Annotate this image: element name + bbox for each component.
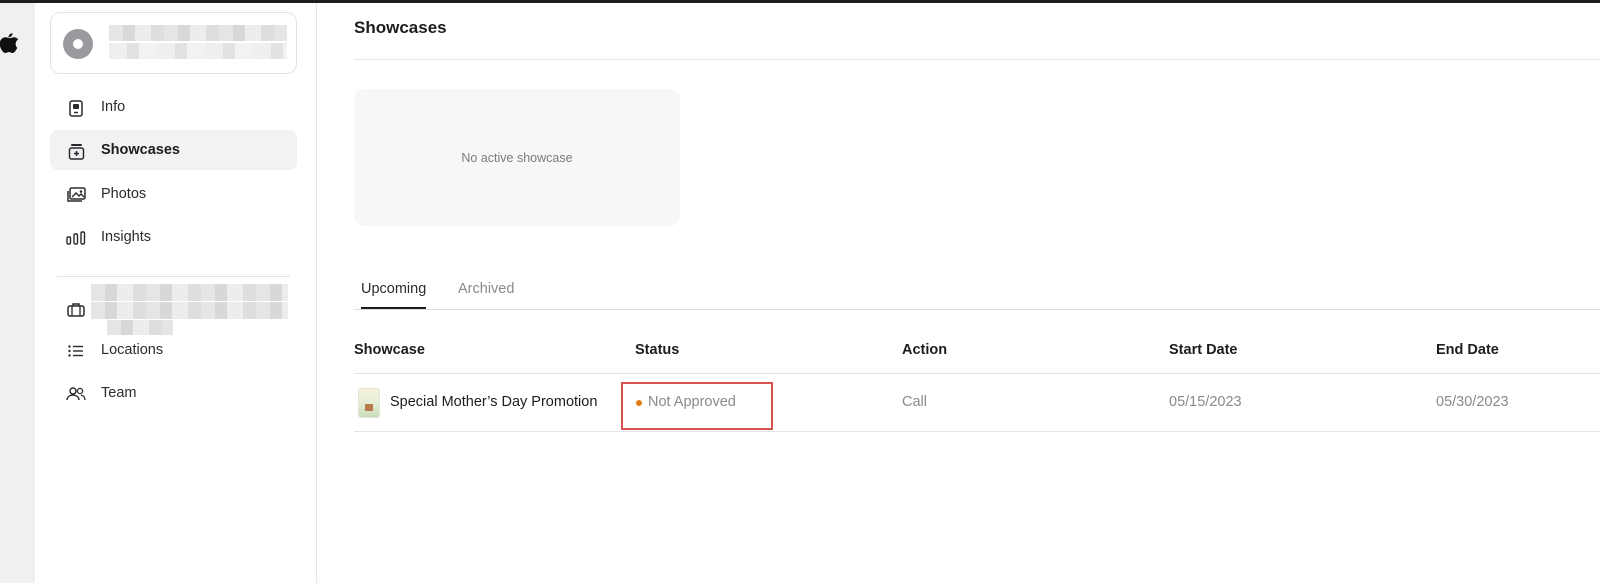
showcase-thumbnail	[358, 388, 380, 418]
start-date: 05/15/2023	[1169, 394, 1242, 410]
column-header-status: Status	[635, 342, 680, 358]
column-header-showcase: Showcase	[354, 342, 425, 358]
phone-card-icon	[66, 99, 86, 117]
table-row[interactable]: Special Mother’s Day Promotion Not Appro…	[354, 374, 1600, 432]
sidebar-item-label: Showcases	[101, 142, 180, 158]
sidebar-item-insights[interactable]: Insights	[50, 217, 297, 257]
account-switcher[interactable]	[50, 12, 297, 74]
avatar	[63, 29, 93, 59]
photos-icon	[66, 186, 86, 204]
table-header: Showcase Status Action Start Date End Da…	[354, 333, 1600, 374]
showcase-name[interactable]: Special Mother’s Day Promotion	[390, 394, 597, 410]
sidebar-item-team[interactable]: Team	[50, 373, 297, 413]
active-showcase-card: No active showcase	[354, 89, 680, 226]
sidebar: Info Showcases Photos Insights Locations	[35, 3, 317, 583]
sidebar-item-label: Insights	[101, 229, 151, 245]
sidebar-item-label: Info	[101, 99, 126, 115]
column-header-action: Action	[902, 342, 948, 358]
empty-state-text: No active showcase	[461, 150, 573, 165]
briefcase-icon	[66, 300, 86, 318]
main-content: Showcases No active showcase Upcoming Ar…	[354, 3, 1600, 583]
column-header-start-date: Start Date	[1169, 342, 1238, 358]
showcase-plus-icon	[66, 142, 86, 160]
title-divider	[354, 59, 1600, 60]
sidebar-item-showcases[interactable]: Showcases	[50, 130, 297, 170]
sidebar-item-label: Photos	[101, 186, 147, 202]
end-date: 05/30/2023	[1436, 394, 1509, 410]
bar-chart-icon	[66, 229, 86, 247]
status-dot-icon	[636, 400, 642, 406]
sidebar-item-label: Team	[101, 385, 137, 401]
redacted-business-detail	[91, 302, 288, 319]
list-icon	[66, 342, 86, 360]
status-badge: Not Approved	[648, 394, 736, 410]
app-rail	[0, 3, 35, 583]
sidebar-item-locations[interactable]: Locations	[50, 330, 297, 370]
sidebar-item-label: Locations	[101, 342, 164, 358]
redacted-account-name	[109, 25, 287, 41]
apple-logo-icon[interactable]	[0, 32, 18, 54]
sidebar-item-info[interactable]: Info	[50, 87, 297, 127]
action-call[interactable]: Call	[902, 394, 927, 410]
people-icon	[66, 385, 86, 403]
showcase-tabs: Upcoming Archived	[354, 277, 1600, 310]
column-header-end-date: End Date	[1436, 342, 1499, 358]
redacted-account-detail	[109, 43, 287, 59]
tab-upcoming[interactable]: Upcoming	[361, 281, 427, 309]
sidebar-divider	[57, 276, 290, 277]
redacted-business-name	[91, 284, 288, 301]
sidebar-item-photos[interactable]: Photos	[50, 174, 297, 214]
page-title: Showcases	[354, 18, 447, 37]
tab-archived[interactable]: Archived	[458, 281, 514, 307]
